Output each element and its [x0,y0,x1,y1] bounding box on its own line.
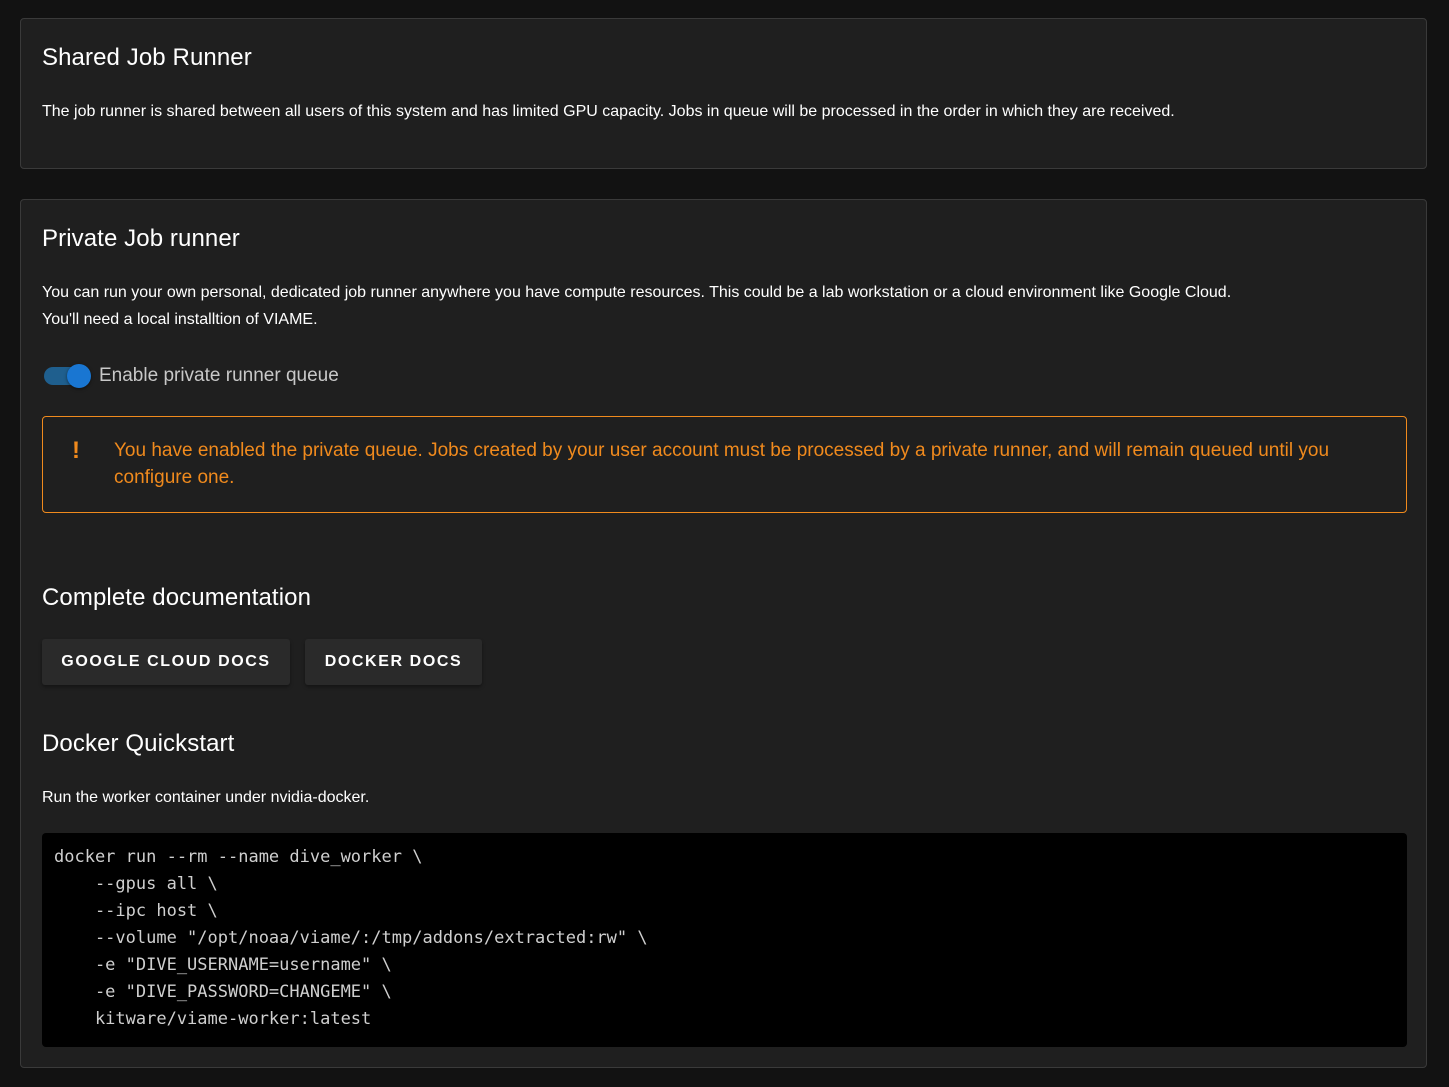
private-queue-toggle-label[interactable]: Enable private runner queue [99,365,339,387]
documentation-title: Complete documentation [42,584,312,611]
private-queue-toggle-row: Enable private runner queue [42,361,339,391]
exclamation-icon: ! [72,437,80,464]
private-job-runner-card: Private Job runner You can run your own … [20,199,1427,1068]
private-runner-description-line1: You can run your own personal, dedicated… [42,284,1232,301]
docker-docs-button[interactable]: DOCKER DOCS [305,639,482,685]
docker-command-code-block[interactable]: docker run --rm --name dive_worker \ --g… [42,833,1407,1047]
private-runner-title: Private Job runner [42,225,240,252]
shared-runner-description: The job runner is shared between all use… [42,103,1175,120]
private-queue-toggle[interactable] [42,361,94,391]
google-cloud-docs-button[interactable]: GOOGLE CLOUD DOCS [42,639,290,685]
docker-quickstart-title: Docker Quickstart [42,730,235,757]
alert-message: You have enabled the private queue. Jobs… [114,440,1330,488]
private-queue-warning-alert: ! You have enabled the private queue. Jo… [42,416,1407,513]
private-runner-description-line2: You'll need a local installtion of VIAME… [42,311,318,328]
private-runner-description: You can run your own personal, dedicated… [42,279,1231,333]
toggle-thumb[interactable] [67,364,91,388]
shared-job-runner-card: Shared Job Runner The job runner is shar… [20,18,1427,169]
docker-quickstart-description: Run the worker container under nvidia-do… [42,789,370,806]
shared-runner-title: Shared Job Runner [42,44,252,71]
